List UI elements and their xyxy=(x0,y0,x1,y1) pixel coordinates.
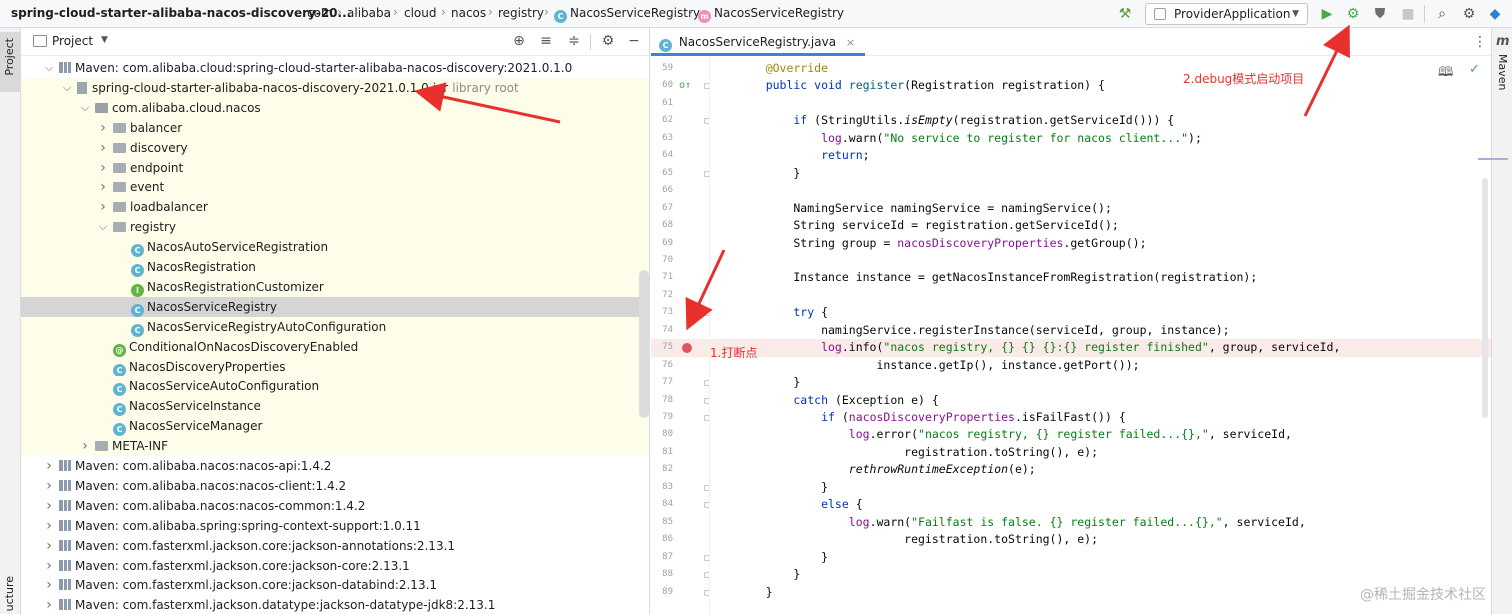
arrow-to-debug xyxy=(1303,24,1350,117)
arrow-to-breakpoint xyxy=(685,249,726,331)
annotation-overlay xyxy=(414,24,1350,331)
debug-annotation: 2.debug模式启动项目 xyxy=(1183,72,1305,86)
breakpoint-annotation: 1.打断点 xyxy=(710,346,758,360)
watermark: @稀土掘金技术社区 xyxy=(1360,587,1486,603)
arrow-to-jar xyxy=(414,82,561,124)
